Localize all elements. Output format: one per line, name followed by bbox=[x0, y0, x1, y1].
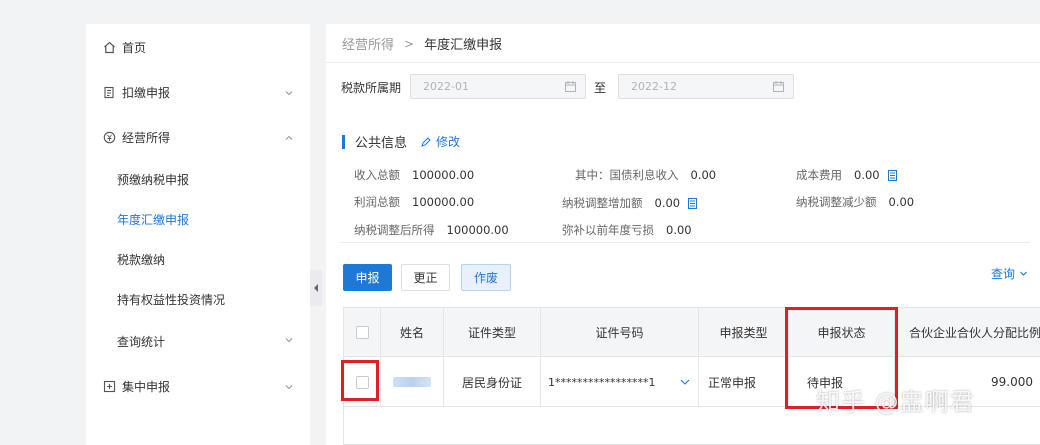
info-bond-interest: 其中：国债利息收入 0.00 bbox=[575, 167, 716, 183]
info-value: 100000.00 bbox=[446, 223, 509, 237]
period-start-input[interactable]: 2022-01 bbox=[410, 74, 586, 99]
info-divider bbox=[340, 242, 1030, 243]
sidebar-item-label: 首页 bbox=[122, 40, 147, 55]
info-value: 0.00 bbox=[666, 223, 692, 237]
sidebar-subitem-label: 预缴纳税申报 bbox=[117, 172, 190, 187]
watermark: 知乎 @盅啊君 bbox=[816, 388, 975, 416]
info-value: 0.00 bbox=[854, 168, 880, 182]
void-button[interactable]: 作废 bbox=[461, 264, 511, 291]
breadcrumb-current: 年度汇缴申报 bbox=[424, 38, 503, 53]
sidebar-subitem-label: 税款缴纳 bbox=[117, 252, 166, 267]
home-icon bbox=[102, 40, 116, 54]
plus-box-icon bbox=[102, 379, 116, 393]
pencil-icon bbox=[421, 136, 431, 147]
period-end-input[interactable]: 2022-12 bbox=[618, 74, 794, 99]
sidebar-subitem-prepaid[interactable]: 预缴纳税申报 bbox=[86, 159, 310, 199]
row-id-number-text: 1*****************1 bbox=[548, 375, 656, 389]
calendar-icon bbox=[773, 81, 784, 92]
sidebar-subitem-label: 持有权益性投资情况 bbox=[117, 292, 226, 307]
declare-button[interactable]: 申报 bbox=[343, 264, 392, 291]
info-label: 收入总额 bbox=[354, 168, 400, 182]
breadcrumb-parent[interactable]: 经营所得 bbox=[342, 34, 394, 53]
declaration-table: 姓名 证件类型 证件号码 申报类型 申报状态 合伙企业合伙人分配比例 居民身份证… bbox=[343, 307, 1040, 445]
sidebar-item-home[interactable]: 首页 bbox=[86, 27, 310, 67]
section-header: 公共信息 修改 bbox=[342, 132, 460, 151]
edit-label: 修改 bbox=[436, 135, 461, 149]
info-label: 弥补以前年度亏损 bbox=[562, 223, 654, 237]
header-ratio: 合伙企业合伙人分配比例 bbox=[909, 326, 1040, 340]
select-all-checkbox[interactable] bbox=[355, 326, 369, 339]
info-label: 成本费用 bbox=[796, 168, 842, 182]
breadcrumb: 经营所得 > 年度汇缴申报 bbox=[342, 34, 503, 54]
row-declare-type: 正常申报 bbox=[699, 357, 789, 407]
sidebar-item-centralized[interactable]: 集中申报 bbox=[86, 366, 310, 406]
row-id-type: 居民身份证 bbox=[444, 357, 541, 407]
correct-button[interactable]: 更正 bbox=[401, 264, 450, 291]
info-value: 100000.00 bbox=[412, 168, 475, 182]
blurred-name bbox=[393, 377, 431, 387]
edit-link[interactable]: 修改 bbox=[421, 133, 460, 150]
sidebar-item-label: 经营所得 bbox=[122, 130, 171, 145]
period-end-value: 2022-12 bbox=[631, 80, 677, 93]
money-circle-icon bbox=[102, 130, 116, 144]
sidebar: 首页 扣缴申报 经营所得 预缴纳税申报 年度汇缴申报 税款缴纳 持有权益性投资情… bbox=[86, 24, 310, 445]
info-label: 纳税调整后所得 bbox=[354, 223, 435, 237]
info-adjusted-income: 纳税调整后所得 100000.00 bbox=[354, 222, 509, 238]
info-value: 0.00 bbox=[888, 195, 915, 209]
info-label: 纳税调整增加额 bbox=[562, 196, 643, 210]
header-name: 姓名 bbox=[381, 308, 444, 357]
header-id-type: 证件类型 bbox=[444, 308, 541, 357]
chevron-down-icon bbox=[284, 334, 294, 348]
table-header: 姓名 证件类型 证件号码 申报类型 申报状态 合伙企业合伙人分配比例 bbox=[344, 308, 1040, 357]
breadcrumb-separator: > bbox=[404, 36, 415, 51]
info-cost: 成本费用 0.00 bbox=[796, 167, 897, 183]
row-name bbox=[381, 357, 444, 407]
period-start-value: 2022-01 bbox=[423, 80, 469, 93]
header-declare-type: 申报类型 bbox=[699, 308, 789, 357]
sidebar-subitem-label: 查询统计 bbox=[117, 334, 166, 349]
header-divider bbox=[326, 62, 1040, 63]
chevron-down-icon bbox=[284, 87, 294, 97]
chevron-up-icon bbox=[284, 132, 294, 142]
period-to-label: 至 bbox=[594, 81, 607, 95]
period-label: 税款所属期 bbox=[341, 81, 402, 95]
info-label: 利润总额 bbox=[354, 195, 400, 209]
row-id-number: 1*****************1 bbox=[541, 357, 699, 407]
document-icon[interactable] bbox=[688, 197, 698, 209]
sidebar-collapse-handle[interactable] bbox=[310, 270, 322, 306]
document-list-icon bbox=[102, 85, 116, 99]
sidebar-subitem-payment[interactable]: 税款缴纳 bbox=[86, 239, 310, 279]
query-toggle[interactable]: 查询 bbox=[991, 265, 1028, 282]
caret-left-icon bbox=[314, 284, 318, 292]
sidebar-item-business-income[interactable]: 经营所得 bbox=[86, 117, 310, 157]
sidebar-item-withholding[interactable]: 扣缴申报 bbox=[86, 72, 310, 112]
info-profit-total: 利润总额 100000.00 bbox=[354, 194, 474, 210]
document-icon[interactable] bbox=[887, 169, 897, 181]
sidebar-subitem-annual[interactable]: 年度汇缴申报 bbox=[86, 199, 310, 239]
info-label: 其中：国债利息收入 bbox=[575, 168, 679, 182]
section-accent-bar bbox=[342, 134, 345, 149]
info-income-total: 收入总额 100000.00 bbox=[354, 167, 474, 183]
sidebar-item-label: 扣缴申报 bbox=[122, 85, 171, 100]
query-label: 查询 bbox=[991, 267, 1016, 281]
info-loss-offset: 弥补以前年度亏损 0.00 bbox=[562, 222, 692, 238]
chevron-down-icon bbox=[1020, 271, 1027, 276]
header-checkbox-cell bbox=[344, 308, 381, 357]
info-value: 0.00 bbox=[654, 196, 681, 210]
info-tax-increase: 纳税调整增加额 0.00 bbox=[562, 195, 698, 211]
highlight-box-checkbox bbox=[341, 360, 379, 401]
info-value: 100000.00 bbox=[412, 195, 475, 209]
sidebar-subitem-query-stats[interactable]: 查询统计 bbox=[86, 321, 310, 361]
chevron-down-icon[interactable] bbox=[680, 378, 690, 386]
info-tax-decrease: 纳税调整减少额 0.00 bbox=[796, 194, 914, 210]
sidebar-subitem-label: 年度汇缴申报 bbox=[117, 212, 190, 227]
chevron-down-icon bbox=[284, 381, 294, 391]
sidebar-item-label: 集中申报 bbox=[122, 379, 171, 394]
info-value: 0.00 bbox=[690, 168, 717, 182]
header-id-number: 证件号码 bbox=[541, 308, 699, 357]
info-label: 纳税调整减少额 bbox=[796, 195, 877, 209]
sidebar-subitem-equity[interactable]: 持有权益性投资情况 bbox=[86, 279, 310, 319]
calendar-icon bbox=[565, 81, 576, 92]
section-title: 公共信息 bbox=[355, 136, 408, 151]
